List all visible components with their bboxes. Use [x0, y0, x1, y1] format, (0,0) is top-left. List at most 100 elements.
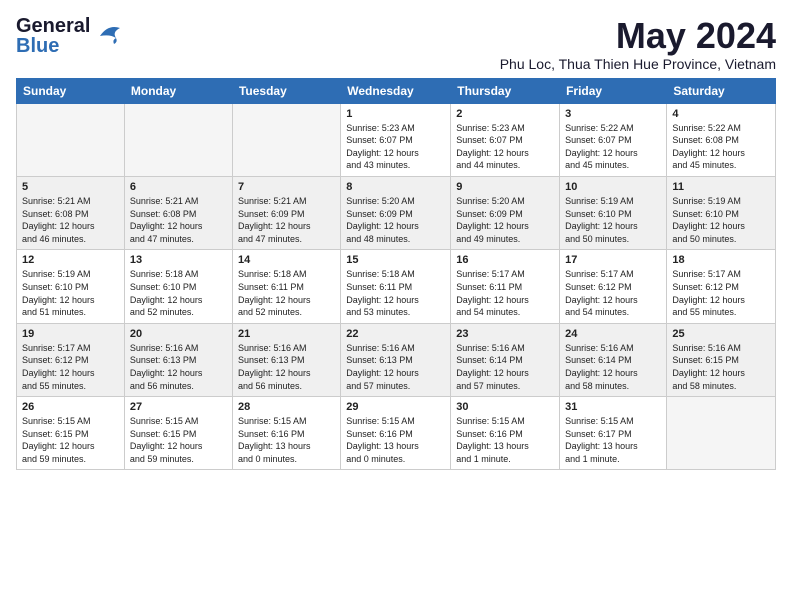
logo-blue: Blue — [16, 36, 90, 56]
calendar-cell: 15Sunrise: 5:18 AM Sunset: 6:11 PM Dayli… — [341, 250, 451, 323]
day-info: Sunrise: 5:16 AM Sunset: 6:13 PM Dayligh… — [346, 342, 445, 392]
day-header-monday: Monday — [124, 78, 232, 103]
day-header-friday: Friday — [560, 78, 667, 103]
calendar-cell: 14 Sunrise: 5:18 AM Sunset: 6:11 PM Dayli… — [232, 250, 340, 323]
calendar-cell: 1 Sunrise: 5:23 AM Sunset: 6:07 PM Daylig… — [341, 103, 451, 176]
day-number: 17 — [565, 254, 661, 266]
day-info: Sunrise: 5:17 AM Sunset: 6:12 PM Dayligh… — [672, 268, 770, 318]
day-info: Sunrise: 5:18 AM Sunset: 6:11 PM Dayligh… — [238, 268, 335, 318]
day-number: 10 — [565, 181, 661, 193]
calendar-cell: 28 Sunrise: 5:15 AM Sunset: 6:16 PM Dayli… — [232, 397, 340, 470]
day-info: Sunrise: 5:20 AM Sunset: 6:09 PM Dayligh… — [456, 195, 554, 245]
day-number: 16 — [456, 254, 554, 266]
calendar-cell: 20 Sunrise: 5:16 AM Sunset: 6:13 PM Dayli… — [124, 323, 232, 396]
day-number: 25 — [672, 328, 770, 340]
calendar-cell: 9 Sunrise: 5:20 AM Sunset: 6:09 PM Daylig… — [451, 176, 560, 249]
day-info: Sunrise: 5:19 AM Sunset: 6:10 PM Dayligh… — [565, 195, 661, 245]
day-number: 9 — [456, 181, 554, 193]
day-number: 27 — [130, 401, 227, 413]
calendar-cell: 11 Sunrise: 5:19 AM Sunset: 6:10 PM Dayli… — [667, 176, 776, 249]
day-info: Sunrise: 5:16 AM Sunset: 6:13 PM Dayligh… — [130, 342, 227, 392]
logo-general: General — [16, 16, 90, 36]
location-subtitle: Phu Loc, Thua Thien Hue Province, Vietna… — [500, 56, 776, 72]
day-number: 13 — [130, 254, 227, 266]
calendar-cell — [124, 103, 232, 176]
day-number: 1 — [346, 108, 445, 120]
day-info: Sunrise: 5:15 AM Sunset: 6:16 PM Dayligh… — [238, 415, 335, 465]
day-info: Sunrise: 5:21 AM Sunset: 6:09 PM Dayligh… — [238, 195, 335, 245]
calendar-week-row: 26 Sunrise: 5:15 AM Sunset: 6:15 PM Dayli… — [17, 397, 776, 470]
day-header-saturday: Saturday — [667, 78, 776, 103]
day-info: Sunrise: 5:19 AM Sunset: 6:10 PM Dayligh… — [22, 268, 119, 318]
calendar-cell: 17 Sunrise: 5:17 AM Sunset: 6:12 PM Dayli… — [560, 250, 667, 323]
day-number: 31 — [565, 401, 661, 413]
day-number: 4 — [672, 108, 770, 120]
calendar-cell — [667, 397, 776, 470]
calendar-week-row: 5Sunrise: 5:21 AM Sunset: 6:08 PM Daylig… — [17, 176, 776, 249]
calendar-cell: 24 Sunrise: 5:16 AM Sunset: 6:14 PM Dayli… — [560, 323, 667, 396]
calendar-cell: 23 Sunrise: 5:16 AM Sunset: 6:14 PM Dayli… — [451, 323, 560, 396]
logo: General Blue — [16, 16, 124, 56]
day-number: 18 — [672, 254, 770, 266]
calendar-cell: 13 Sunrise: 5:18 AM Sunset: 6:10 PM Dayli… — [124, 250, 232, 323]
day-number: 15 — [346, 254, 445, 266]
day-number: 11 — [672, 181, 770, 193]
day-number: 20 — [130, 328, 227, 340]
calendar-cell: 30Sunrise: 5:15 AM Sunset: 6:16 PM Dayli… — [451, 397, 560, 470]
calendar-cell: 5Sunrise: 5:21 AM Sunset: 6:08 PM Daylig… — [17, 176, 125, 249]
calendar-cell: 10 Sunrise: 5:19 AM Sunset: 6:10 PM Dayli… — [560, 176, 667, 249]
day-header-tuesday: Tuesday — [232, 78, 340, 103]
calendar-cell: 18 Sunrise: 5:17 AM Sunset: 6:12 PM Dayli… — [667, 250, 776, 323]
day-info: Sunrise: 5:21 AM Sunset: 6:08 PM Dayligh… — [130, 195, 227, 245]
day-number: 29 — [346, 401, 445, 413]
calendar-cell: 19 Sunrise: 5:17 AM Sunset: 6:12 PM Dayli… — [17, 323, 125, 396]
day-info: Sunrise: 5:15 AM Sunset: 6:16 PM Dayligh… — [456, 415, 554, 465]
calendar-cell: 7Sunrise: 5:21 AM Sunset: 6:09 PM Daylig… — [232, 176, 340, 249]
day-info: Sunrise: 5:16 AM Sunset: 6:14 PM Dayligh… — [565, 342, 661, 392]
day-info: Sunrise: 5:21 AM Sunset: 6:08 PM Dayligh… — [22, 195, 119, 245]
calendar-cell: 25 Sunrise: 5:16 AM Sunset: 6:15 PM Dayli… — [667, 323, 776, 396]
day-number: 14 — [238, 254, 335, 266]
day-number: 28 — [238, 401, 335, 413]
calendar-cell — [17, 103, 125, 176]
day-number: 26 — [22, 401, 119, 413]
day-number: 8 — [346, 181, 445, 193]
day-info: Sunrise: 5:17 AM Sunset: 6:12 PM Dayligh… — [22, 342, 119, 392]
day-info: Sunrise: 5:18 AM Sunset: 6:10 PM Dayligh… — [130, 268, 227, 318]
day-number: 2 — [456, 108, 554, 120]
calendar-cell: 6 Sunrise: 5:21 AM Sunset: 6:08 PM Daylig… — [124, 176, 232, 249]
calendar-week-row: 12Sunrise: 5:19 AM Sunset: 6:10 PM Dayli… — [17, 250, 776, 323]
day-info: Sunrise: 5:16 AM Sunset: 6:14 PM Dayligh… — [456, 342, 554, 392]
day-info: Sunrise: 5:15 AM Sunset: 6:16 PM Dayligh… — [346, 415, 445, 465]
calendar-cell: 16 Sunrise: 5:17 AM Sunset: 6:11 PM Dayli… — [451, 250, 560, 323]
calendar-cell: 26 Sunrise: 5:15 AM Sunset: 6:15 PM Dayli… — [17, 397, 125, 470]
day-info: Sunrise: 5:19 AM Sunset: 6:10 PM Dayligh… — [672, 195, 770, 245]
day-number: 23 — [456, 328, 554, 340]
day-info: Sunrise: 5:15 AM Sunset: 6:15 PM Dayligh… — [130, 415, 227, 465]
day-info: Sunrise: 5:15 AM Sunset: 6:15 PM Dayligh… — [22, 415, 119, 465]
day-info: Sunrise: 5:20 AM Sunset: 6:09 PM Dayligh… — [346, 195, 445, 245]
calendar-cell: 2Sunrise: 5:23 AM Sunset: 6:07 PM Daylig… — [451, 103, 560, 176]
page-header: General Blue May 2024 Phu Loc, Thua Thie… — [16, 16, 776, 72]
calendar-header-row: SundayMondayTuesdayWednesdayThursdayFrid… — [17, 78, 776, 103]
calendar-cell: 4 Sunrise: 5:22 AM Sunset: 6:08 PM Daylig… — [667, 103, 776, 176]
day-number: 19 — [22, 328, 119, 340]
calendar-week-row: 1 Sunrise: 5:23 AM Sunset: 6:07 PM Daylig… — [17, 103, 776, 176]
day-info: Sunrise: 5:17 AM Sunset: 6:12 PM Dayligh… — [565, 268, 661, 318]
day-header-wednesday: Wednesday — [341, 78, 451, 103]
month-title: May 2024 — [500, 16, 776, 56]
calendar-cell — [232, 103, 340, 176]
day-number: 24 — [565, 328, 661, 340]
day-info: Sunrise: 5:16 AM Sunset: 6:15 PM Dayligh… — [672, 342, 770, 392]
day-info: Sunrise: 5:15 AM Sunset: 6:17 PM Dayligh… — [565, 415, 661, 465]
calendar-cell: 22Sunrise: 5:16 AM Sunset: 6:13 PM Dayli… — [341, 323, 451, 396]
day-number: 6 — [130, 181, 227, 193]
day-info: Sunrise: 5:17 AM Sunset: 6:11 PM Dayligh… — [456, 268, 554, 318]
calendar-cell: 12Sunrise: 5:19 AM Sunset: 6:10 PM Dayli… — [17, 250, 125, 323]
day-info: Sunrise: 5:22 AM Sunset: 6:08 PM Dayligh… — [672, 122, 770, 172]
calendar-cell: 21Sunrise: 5:16 AM Sunset: 6:13 PM Dayli… — [232, 323, 340, 396]
calendar-cell: 3Sunrise: 5:22 AM Sunset: 6:07 PM Daylig… — [560, 103, 667, 176]
day-info: Sunrise: 5:23 AM Sunset: 6:07 PM Dayligh… — [346, 122, 445, 172]
day-number: 3 — [565, 108, 661, 120]
calendar-week-row: 19 Sunrise: 5:17 AM Sunset: 6:12 PM Dayli… — [17, 323, 776, 396]
